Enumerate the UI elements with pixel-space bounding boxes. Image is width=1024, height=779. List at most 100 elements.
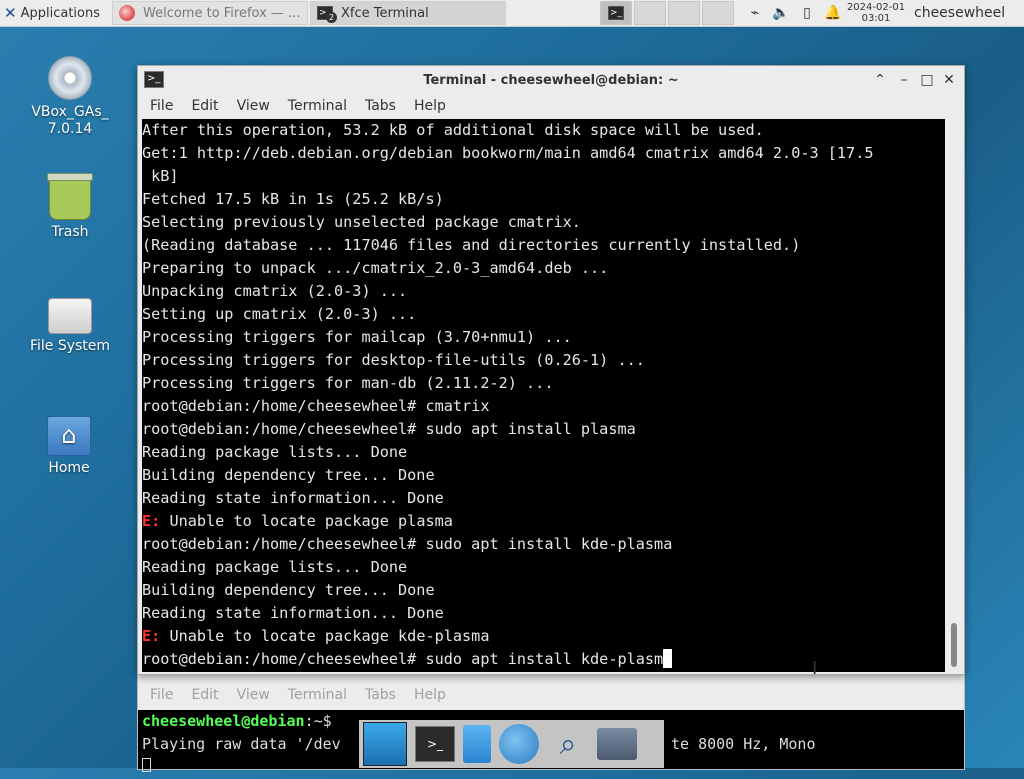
taskbar-item-label: Xfce Terminal [341,5,429,21]
menu-edit[interactable]: Edit [191,98,218,114]
desktop-icon-home[interactable]: Home [19,416,119,476]
taskbar-item-terminal[interactable]: >_ 2 Xfce Terminal [310,1,506,25]
desktop-icon-trash[interactable]: Trash [20,173,120,240]
terminal-line: Preparing to unpack .../cmatrix_2.0-3_am… [142,257,945,280]
terminal-line-text: root@debian:/home/cheesewheel# cmatrix [142,397,490,415]
terminal-line: Unpacking cmatrix (2.0-3) ... [142,280,945,303]
clock-time: 03:01 [861,13,891,24]
hard-drive-icon [48,298,92,334]
web-browser-launcher-icon[interactable] [499,724,539,764]
text-cursor [663,649,673,668]
network-icon[interactable]: ⌁ [742,5,768,21]
terminal-line-text: Processing triggers for mailcap (3.70+nm… [142,328,572,346]
close-button[interactable]: ✕ [940,71,958,89]
terminal-icon: >_ [144,71,164,88]
menu-bar: File Edit View Terminal Tabs Help [138,94,964,118]
menu-file[interactable]: File [150,687,173,703]
home-folder-icon [47,416,91,456]
taskbar-item-label: Welcome to Firefox — ... [143,5,301,21]
terminal-line: E: Unable to locate package plasma [142,510,945,533]
terminal-line-text: Building dependency tree... Done [142,581,435,599]
workspace-1[interactable]: >_ [600,1,632,25]
terminal-line: root@debian:/home/cheesewheel# sudo apt … [142,418,945,441]
terminal-line-text: Preparing to unpack .../cmatrix_2.0-3_am… [142,259,609,277]
text-cursor-ibeam-icon: I [812,658,818,679]
firefox-icon [119,5,135,21]
scrollbar[interactable] [946,119,962,672]
menu-terminal[interactable]: Terminal [288,98,347,114]
terminal-line-text: Processing triggers for desktop-file-uti… [142,351,645,369]
taskbar-item-firefox[interactable]: Welcome to Firefox — ... [112,1,308,25]
terminal-line-text: Unpacking cmatrix (2.0-3) ... [142,282,408,300]
workspace-2[interactable] [634,1,666,25]
terminal-line: Building dependency tree... Done [142,579,945,602]
desktop-icon-label: Trash [51,224,89,240]
user-menu[interactable]: cheesewheel [906,5,1005,21]
terminal-line: Selecting previously unselected package … [142,211,945,234]
terminal-line-text: root@debian:/home/cheesewheel# sudo apt … [142,420,636,438]
menu-view[interactable]: View [237,687,270,703]
app-finder-search-icon[interactable]: ⌕ [547,723,589,765]
terminal-line: Playing raw data '/dev [142,735,341,753]
show-desktop-icon[interactable] [363,722,407,766]
terminal-line: Setting up cmatrix (2.0-3) ... [142,303,945,326]
window-title: Terminal - cheesewheel@debian: ~ [423,72,679,88]
folder-launcher-icon[interactable] [597,728,637,760]
menu-help[interactable]: Help [414,98,446,114]
applications-label: Applications [20,5,100,21]
terminal-line: Processing triggers for man-db (2.11.2-2… [142,372,945,395]
terminal-line: (Reading database ... 117046 files and d… [142,234,945,257]
window-count-badge: 2 [326,12,337,23]
terminal-line-text: (Reading database ... 117046 files and d… [142,236,801,254]
file-manager-launcher-icon[interactable] [463,725,491,763]
terminal-line: te 8000 Hz, Mono [671,735,816,753]
terminal-line: root@debian:/home/cheesewheel# cmatrix [142,395,945,418]
prompt-path: :~$ [304,712,332,730]
terminal-line: Fetched 17.5 kB in 1s (25.2 kB/s) [142,188,945,211]
terminal-line-text: Reading state information... Done [142,489,444,507]
scrollbar-thumb[interactable] [951,623,957,667]
text-cursor [142,758,151,772]
desktop-icon-filesystem[interactable]: File System [20,298,120,354]
top-panel: ✕ Applications Welcome to Firefox — ... … [0,0,1024,27]
terminal-line-text: Building dependency tree... Done [142,466,435,484]
menu-help[interactable]: Help [414,687,446,703]
battery-icon[interactable]: ▯ [794,5,820,21]
menu-edit[interactable]: Edit [191,687,218,703]
desktop-icon-vbox[interactable]: VBox_GAs_7.0.14 [20,56,120,138]
terminal-window[interactable]: >_ Terminal - cheesewheel@debian: ~ ⌃ – … [137,65,965,679]
terminal-launcher-icon[interactable]: >_ [415,726,455,762]
terminal-line-text: After this operation, 53.2 kB of additio… [142,121,764,139]
terminal-line-text: Reading package lists... Done [142,558,408,576]
terminal-line-text: root@debian:/home/cheesewheel# sudo apt … [142,650,664,668]
error-prefix: E: [142,627,161,645]
notification-bell-icon[interactable]: 🔔 [820,5,846,21]
terminal-output[interactable]: After this operation, 53.2 kB of additio… [142,119,945,672]
error-prefix: E: [142,512,161,530]
terminal-line-text: kB] [142,167,179,185]
clock[interactable]: 2024-02-01 03:01 [846,2,906,24]
menu-terminal[interactable]: Terminal [288,687,347,703]
menu-tabs[interactable]: Tabs [365,687,396,703]
menu-file[interactable]: File [150,98,173,114]
terminal-line: Reading package lists... Done [142,441,945,464]
terminal-line-text: Processing triggers for man-db (2.11.2-2… [142,374,554,392]
terminal-line: E: Unable to locate package kde-plasma [142,625,945,648]
xfce-logo-icon: ✕ [4,4,17,22]
terminal-line: After this operation, 53.2 kB of additio… [142,119,945,142]
terminal-line-text: Reading state information... Done [142,604,444,622]
menu-view[interactable]: View [237,98,270,114]
workspace-3[interactable] [668,1,700,25]
dock: >_ ⌕ [359,720,664,768]
minimize-button[interactable]: – [895,71,913,89]
trash-icon [47,173,93,220]
volume-icon[interactable]: 🔈 [768,5,794,21]
workspace-4[interactable] [702,1,734,25]
applications-menu-button[interactable]: ✕ Applications [0,1,110,25]
menu-tabs[interactable]: Tabs [365,98,396,114]
shade-button[interactable]: ⌃ [871,71,889,89]
terminal-line-text: Unable to locate package plasma [160,512,453,530]
maximize-button[interactable]: □ [918,71,936,89]
optical-disc-icon [48,56,92,100]
window-titlebar[interactable]: >_ Terminal - cheesewheel@debian: ~ ⌃ – … [138,66,964,94]
